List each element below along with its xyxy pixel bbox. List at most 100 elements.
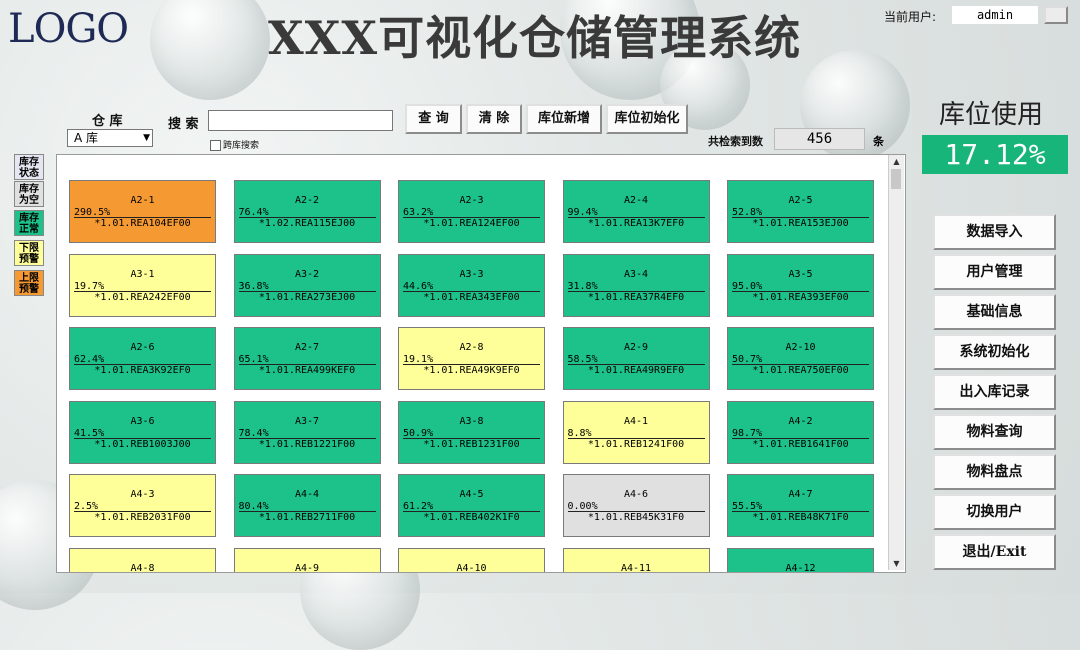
material-code: *1.02.REA115EJ00 bbox=[258, 218, 356, 229]
location-id: A3-2 bbox=[294, 268, 320, 280]
location-cell[interactable]: A4-8 bbox=[69, 547, 216, 573]
chevron-down-icon: ▼ bbox=[143, 133, 150, 143]
location-id: A3-1 bbox=[130, 268, 155, 280]
bg-bubble bbox=[150, 0, 270, 100]
material-code: *1.01.REB1221F00 bbox=[258, 438, 356, 450]
location-cell[interactable]: A3-1 19.7% *1.01.REA242EF00 bbox=[69, 253, 216, 317]
scroll-down-icon[interactable]: ▼ bbox=[889, 557, 904, 570]
warehouse-label: 仓 库 bbox=[92, 114, 123, 129]
location-cell[interactable]: A2-10 50.7% *1.01.REA750EF00 bbox=[727, 327, 874, 390]
location-cell[interactable]: A3-6 41.5% *1.01.REB1003J00 bbox=[69, 400, 216, 464]
location-id: A3-4 bbox=[623, 268, 649, 280]
scroll-thumb[interactable] bbox=[891, 169, 901, 189]
location-id: A2-9 bbox=[623, 342, 649, 353]
side-menu-button[interactable]: 系统初始化 bbox=[933, 334, 1056, 370]
vertical-scrollbar[interactable]: ▲ ▼ bbox=[888, 155, 904, 570]
current-user-field: admin bbox=[952, 6, 1038, 24]
location-id: A4-11 bbox=[620, 562, 652, 573]
location-id: A3-5 bbox=[788, 268, 813, 280]
material-code: *1.01.REB48K71F0 bbox=[752, 512, 849, 523]
material-code: *1.01.REA499KEF0 bbox=[258, 365, 356, 376]
location-cell[interactable]: A4-4 80.4% *1.01.REB2711F00 bbox=[233, 474, 381, 537]
material-code: *1.01.REB1241F00 bbox=[587, 438, 685, 450]
location-cell[interactable]: A3-4 31.8% *1.01.REA37R4EF0 bbox=[562, 253, 710, 317]
material-code: *1.01.REB1003J00 bbox=[94, 438, 191, 450]
material-code: *1.01.REA37R4EF0 bbox=[587, 291, 685, 303]
location-cell[interactable]: A2-7 65.1% *1.01.REA499KEF0 bbox=[233, 327, 381, 390]
location-cell[interactable]: A2-9 58.5% *1.01.REA49R9EF0 bbox=[562, 327, 710, 390]
add-location-button[interactable]: 库位新增 bbox=[526, 104, 602, 134]
side-menu-button[interactable]: 用户管理 bbox=[933, 254, 1056, 290]
location-cell[interactable]: A2-1 290.5% *1.01.REA104EF00 bbox=[69, 180, 216, 243]
location-cell[interactable]: A4-1 8.8% *1.01.REB1241F00 bbox=[562, 400, 710, 464]
side-menu-button[interactable]: 数据导入 bbox=[933, 214, 1056, 250]
warehouse-select[interactable]: A 库 ▼ bbox=[67, 129, 153, 147]
location-id: A4-10 bbox=[456, 562, 487, 573]
location-id: A4-5 bbox=[459, 489, 484, 500]
legend-item: 库存为空 bbox=[14, 181, 44, 207]
location-id: A4-7 bbox=[788, 489, 813, 500]
location-cell[interactable]: A4-3 2.5% *1.01.REB2031F00 bbox=[69, 474, 216, 537]
location-id: A2-8 bbox=[459, 342, 484, 353]
location-cell[interactable]: A3-8 50.9% *1.01.REB1231F00 bbox=[398, 400, 545, 464]
material-code: *1.01.REB1641F00 bbox=[752, 438, 849, 450]
location-cell[interactable]: A4-6 0.00% *1.01.REB45K31F0 bbox=[562, 474, 710, 537]
location-id: A2-10 bbox=[785, 342, 816, 353]
side-menu-button[interactable]: 基础信息 bbox=[933, 294, 1056, 330]
side-menu-button[interactable]: 出入库记录 bbox=[933, 374, 1056, 410]
search-label: 搜 索 bbox=[168, 117, 199, 132]
location-cell[interactable]: A3-5 95.0% *1.01.REA393EF00 bbox=[727, 253, 874, 317]
location-cell[interactable]: A4-2 98.7% *1.01.REB1641F00 bbox=[727, 400, 874, 464]
location-cell[interactable]: A2-5 52.8% *1.01.REA153EJ00 bbox=[727, 180, 874, 243]
location-cell[interactable]: A4-11 bbox=[562, 547, 710, 573]
location-cell[interactable]: A4-10 bbox=[398, 547, 545, 573]
clear-button[interactable]: 清 除 bbox=[466, 104, 522, 134]
location-id: A4-6 bbox=[623, 489, 649, 500]
legend-item: 上限预警 bbox=[14, 270, 44, 296]
cross-search-checkbox[interactable] bbox=[210, 140, 221, 151]
location-cell[interactable]: A2-3 63.2% *1.01.REA124EF00 bbox=[398, 180, 545, 243]
location-cell[interactable]: A4-9 bbox=[233, 547, 381, 572]
location-cell[interactable]: A2-8 19.1% *1.01.REA49K9EF0 bbox=[398, 327, 545, 390]
material-code: *1.01.REA124EF00 bbox=[423, 218, 520, 229]
location-cell[interactable]: A2-2 76.4% *1.02.REA115EJ00 bbox=[233, 180, 381, 243]
location-id: A3-3 bbox=[459, 268, 484, 280]
location-cell[interactable]: A3-3 44.6% *1.01.REA343EF00 bbox=[398, 253, 545, 317]
location-cell[interactable]: A2-4 99.4% *1.01.REA13K7EF0 bbox=[562, 180, 710, 243]
legend-item: 下限预警 bbox=[14, 240, 44, 266]
user-menu-button[interactable] bbox=[1044, 6, 1068, 24]
material-code: *1.01.REA242EF00 bbox=[94, 291, 191, 303]
side-menu-button[interactable]: 切换用户 bbox=[933, 494, 1056, 530]
result-count-value: 456 bbox=[774, 128, 865, 150]
search-input[interactable] bbox=[208, 110, 393, 131]
material-code: *1.01.REA750EF00 bbox=[752, 365, 849, 376]
result-count-label: 共检索到数 bbox=[708, 135, 763, 148]
material-code: *1.01.REA153EJ00 bbox=[752, 218, 849, 229]
query-button[interactable]: 查 询 bbox=[405, 104, 462, 134]
material-code: *1.01.REB402K1F0 bbox=[423, 512, 520, 523]
material-code: *1.01.REA104EF00 bbox=[94, 218, 191, 229]
material-code: *1.01.REB2711F00 bbox=[258, 512, 356, 523]
location-cell[interactable]: A4-12 bbox=[727, 547, 874, 572]
location-id: A3-6 bbox=[130, 415, 155, 427]
location-cell[interactable]: A4-7 55.5% *1.01.REB48K71F0 bbox=[727, 474, 874, 537]
location-cell[interactable]: A3-7 78.4% *1.01.REB1221F00 bbox=[233, 400, 381, 464]
location-cell[interactable]: A2-6 62.4% *1.01.REA3K92EF0 bbox=[69, 327, 216, 390]
location-id: A3-8 bbox=[459, 415, 484, 427]
material-code: *1.01.REA49R9EF0 bbox=[587, 365, 685, 376]
location-id: A4-8 bbox=[130, 562, 155, 573]
scroll-up-icon[interactable]: ▲ bbox=[889, 155, 904, 168]
side-menu-button[interactable]: 物料查询 bbox=[933, 414, 1056, 450]
location-cell[interactable]: A3-2 36.8% *1.01.REA273EJ00 bbox=[233, 253, 381, 317]
location-id: A2-1 bbox=[130, 195, 155, 206]
location-id: A4-4 bbox=[294, 489, 320, 500]
material-code: *1.01.REA393EF00 bbox=[752, 291, 849, 303]
location-cell[interactable]: A4-5 61.2% *1.01.REB402K1F0 bbox=[398, 474, 545, 537]
material-code: *1.01.REA49K9EF0 bbox=[423, 365, 520, 376]
material-code: *1.01.REB1231F00 bbox=[423, 438, 520, 450]
side-menu-button[interactable]: 物料盘点 bbox=[933, 454, 1056, 490]
material-code: *1.01.REB45K31F0 bbox=[587, 512, 685, 523]
result-count-unit: 条 bbox=[873, 135, 884, 148]
side-menu-button[interactable]: 退出/Exit bbox=[933, 534, 1056, 570]
init-location-button[interactable]: 库位初始化 bbox=[606, 104, 688, 134]
